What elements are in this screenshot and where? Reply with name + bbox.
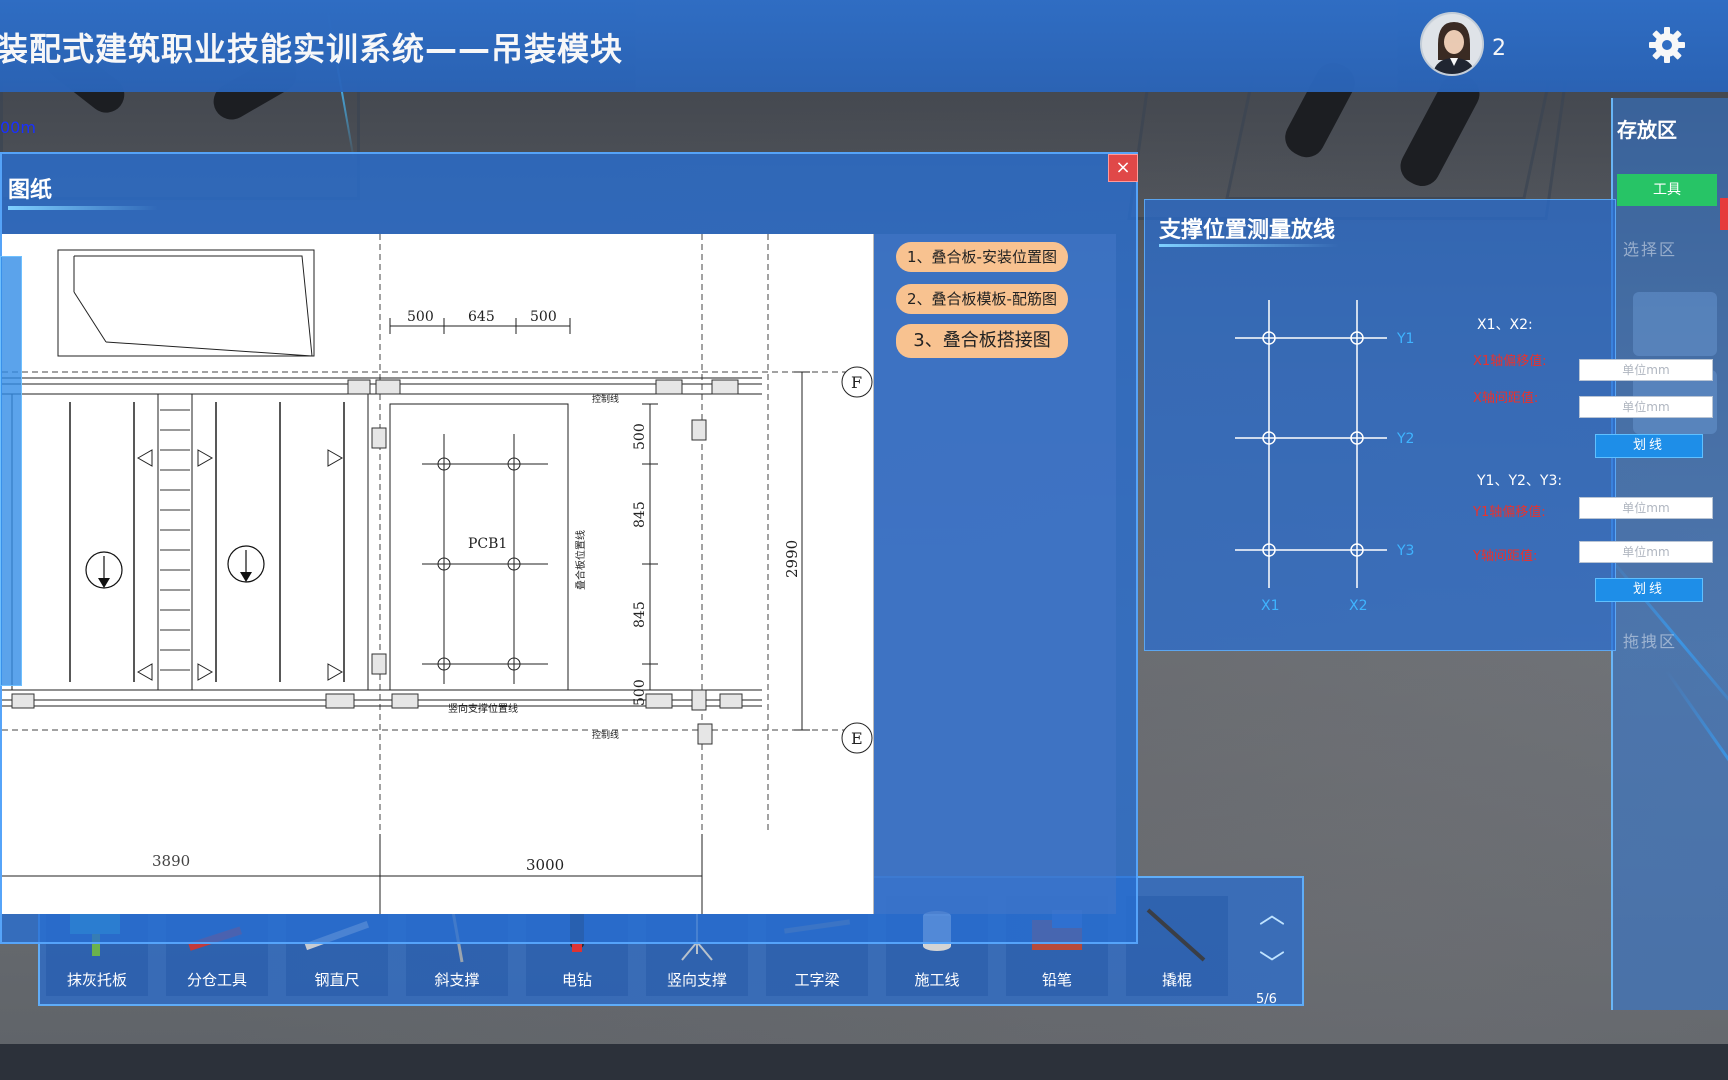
app-title: 装配式建筑职业技能实训系统——吊装模块 bbox=[0, 30, 624, 68]
control-line-label-bottom: 控制线 bbox=[592, 729, 619, 741]
storage-edge-marker bbox=[1720, 198, 1728, 230]
dim-v845-upper: 845 bbox=[632, 501, 648, 528]
settings-gear-icon[interactable] bbox=[1648, 26, 1686, 64]
slab-position-line-label: 叠合板位置线 bbox=[574, 530, 587, 590]
x1-offset-input[interactable] bbox=[1579, 359, 1713, 381]
tool-label: 工字梁 bbox=[794, 971, 840, 989]
dim-3000: 3000 bbox=[526, 856, 564, 874]
tool-label: 撬棍 bbox=[1161, 971, 1192, 989]
slab-id-pcb1: PCB1 bbox=[468, 536, 507, 552]
dim-645: 645 bbox=[468, 309, 495, 325]
drawing-tab-lap-joint[interactable]: 3、叠合板搭接图 bbox=[896, 324, 1068, 358]
y-draw-line-button[interactable]: 划线 bbox=[1595, 578, 1703, 602]
dim-v845-lower: 845 bbox=[632, 601, 648, 628]
page-indicator: 5/6 bbox=[1256, 992, 1277, 1007]
x1-offset-label: X1轴偏移值: bbox=[1473, 354, 1547, 369]
tool-label: 分仓工具 bbox=[186, 971, 247, 989]
axis-label-y2: Y2 bbox=[1396, 431, 1414, 447]
y1-offset-label: Y1轴偏移值: bbox=[1473, 505, 1546, 520]
top-bar: 装配式建筑职业技能实训系统——吊装模块 2 bbox=[0, 0, 1728, 92]
drawing-tab-install-position[interactable]: 1、叠合板-安装位置图 bbox=[896, 242, 1068, 272]
dim-500-right: 500 bbox=[530, 309, 557, 325]
control-line-label-top: 控制线 bbox=[592, 393, 619, 405]
axis-label-y1: Y1 bbox=[1396, 331, 1414, 347]
user-avatar[interactable] bbox=[1420, 12, 1484, 76]
storage-title: 存放区 bbox=[1617, 118, 1677, 142]
page-down-chevron-icon[interactable]: ﹀ bbox=[1252, 948, 1292, 982]
support-measure-panel: 支撑位置测量放线 Y1 Y2 Y3 X1 X2 X1、X2: X1轴偏移值: X… bbox=[1144, 199, 1713, 651]
y-spacing-input[interactable] bbox=[1579, 541, 1713, 563]
title-underline bbox=[8, 206, 158, 210]
drawing-tab-formwork-rebar[interactable]: 2、叠合板模板-配筋图 bbox=[896, 284, 1068, 314]
cad-drawing-sheet[interactable]: 500 645 500 PCB1 竖向支撑位置线 控制线 控制线 叠合板位置线 … bbox=[2, 234, 874, 914]
user-count: 2 bbox=[1492, 36, 1506, 61]
axis-label-x2: X2 bbox=[1349, 598, 1368, 614]
depth-readout: 00m bbox=[0, 118, 36, 137]
dim-v500-bottom: 500 bbox=[632, 679, 648, 706]
tool-label: 施工线 bbox=[914, 971, 960, 989]
tool-label: 铅笔 bbox=[1041, 971, 1072, 989]
x-draw-line-button[interactable]: 划线 bbox=[1595, 434, 1703, 458]
tool-label: 斜支撑 bbox=[434, 971, 480, 989]
dim-3890: 3890 bbox=[152, 852, 190, 870]
drawing-panel-title: 图纸 bbox=[8, 178, 53, 203]
page-up-chevron-icon[interactable]: ︿ bbox=[1252, 898, 1292, 932]
axis-grid-diagram: Y1 Y2 Y3 X1 X2 bbox=[1235, 300, 1414, 614]
drawing-panel: 图纸 × 500 645 500 PCB1 竖向支撑位置线 控制线 控制线 叠合… bbox=[0, 152, 1138, 944]
axis-bubble-e: E bbox=[851, 729, 863, 748]
dim-v500-top: 500 bbox=[632, 423, 648, 450]
x-spacing-label: X轴间距值: bbox=[1473, 391, 1539, 406]
vertical-support-line-label: 竖向支撑位置线 bbox=[448, 702, 518, 715]
drag-area-label: 拖拽区 bbox=[1623, 632, 1678, 651]
axis-label-x1: X1 bbox=[1261, 598, 1280, 614]
close-icon[interactable]: × bbox=[1108, 154, 1138, 182]
tool-label: 竖向支撑 bbox=[666, 971, 727, 989]
y-spacing-label: Y轴间距值: bbox=[1473, 549, 1538, 564]
axis-label-y3: Y3 bbox=[1396, 543, 1414, 559]
storage-slot[interactable] bbox=[1633, 292, 1717, 356]
dim-500-left: 500 bbox=[407, 309, 434, 325]
y-group-label: Y1、Y2、Y3: bbox=[1477, 473, 1563, 489]
tool-label: 抹灰托板 bbox=[66, 971, 127, 989]
tool-label: 电钻 bbox=[561, 971, 592, 989]
drawing-list: 1、叠合板-安装位置图 2、叠合板模板-配筋图 3、叠合板搭接图 bbox=[874, 234, 1116, 914]
storage-tool-button[interactable]: 工具 bbox=[1617, 174, 1717, 206]
axis-bubble-f: F bbox=[851, 373, 862, 392]
select-area-label: 选择区 bbox=[1623, 240, 1678, 259]
x-spacing-input[interactable] bbox=[1579, 396, 1713, 418]
tool-label: 钢直尺 bbox=[314, 971, 360, 989]
x-group-label: X1、X2: bbox=[1477, 317, 1533, 333]
tool-crowbar[interactable]: 撬棍 bbox=[1126, 896, 1228, 996]
dim-2990: 2990 bbox=[783, 540, 801, 578]
y1-offset-input[interactable] bbox=[1579, 497, 1713, 519]
bottom-strip bbox=[0, 1044, 1728, 1080]
left-edge-tab[interactable] bbox=[0, 256, 22, 686]
